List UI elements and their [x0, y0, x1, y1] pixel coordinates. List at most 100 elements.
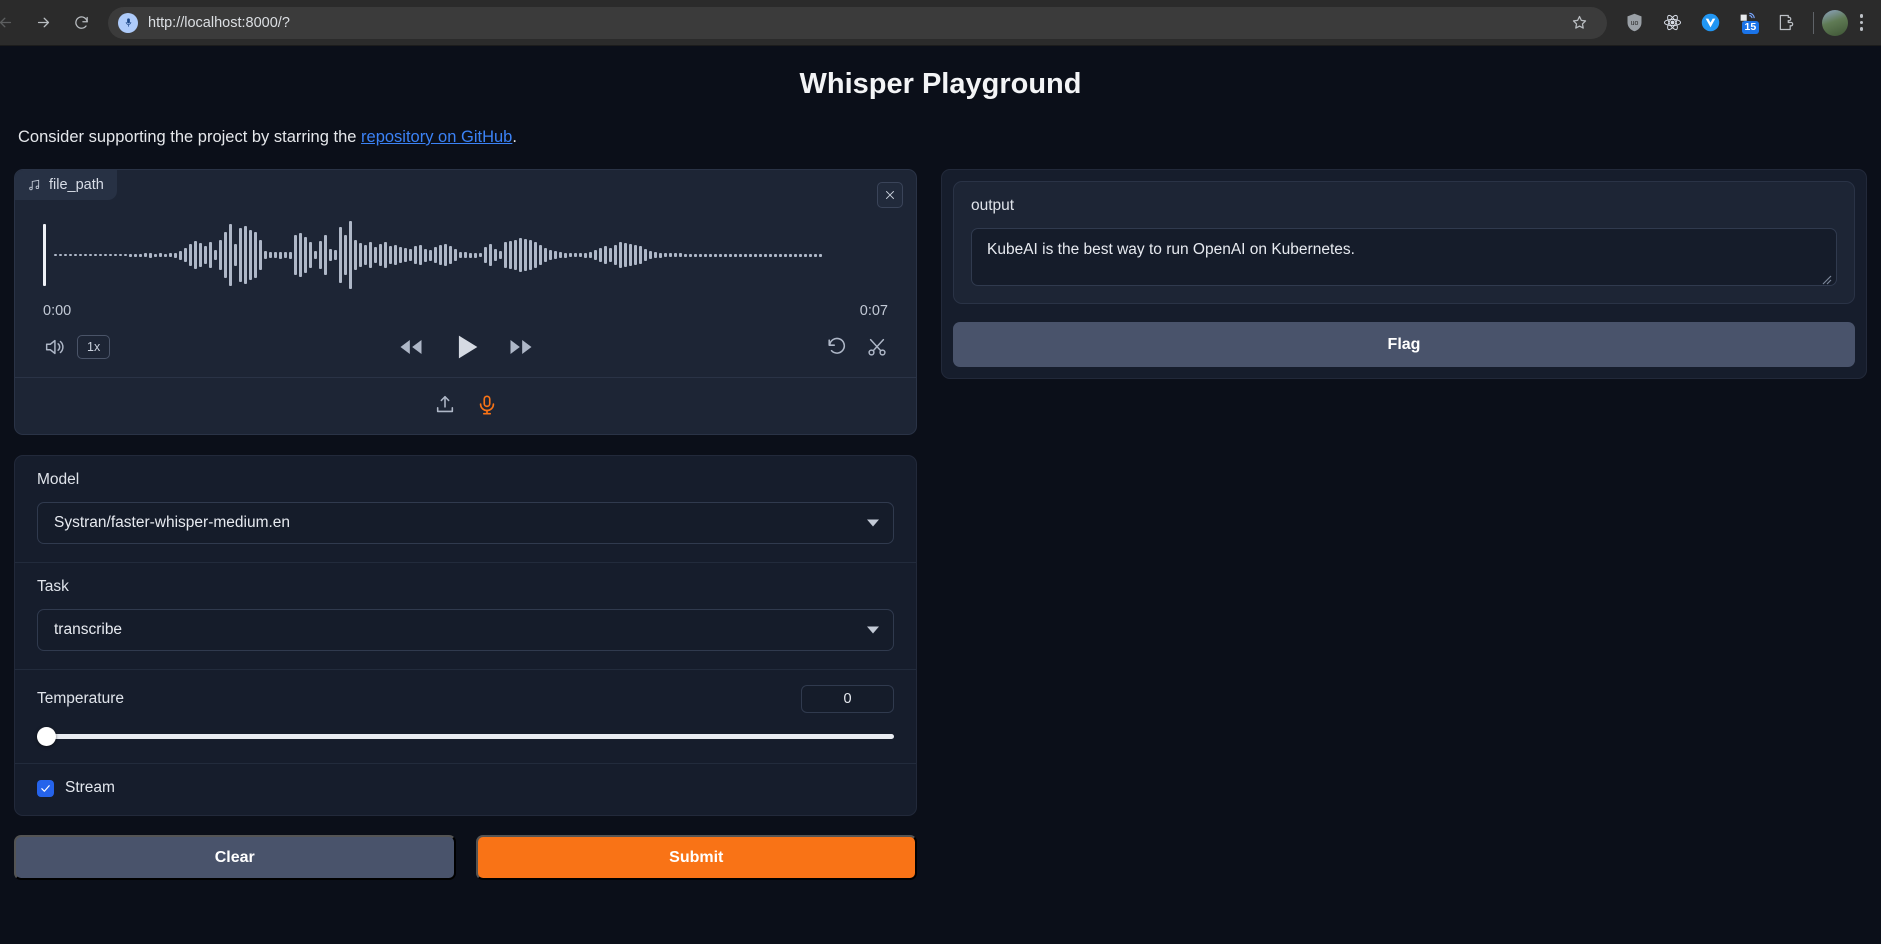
waveform-bar: [419, 245, 422, 265]
task-select[interactable]: transcribe: [37, 609, 894, 651]
vue-devtools-button[interactable]: [1699, 11, 1723, 35]
output-textarea[interactable]: KubeAI is the best way to run OpenAI on …: [971, 228, 1837, 286]
url-text: http://localhost:8000/?: [148, 14, 290, 31]
waveform-bar: [704, 253, 707, 257]
waveform-bar: [789, 253, 792, 257]
ublock-origin-button[interactable]: uo: [1623, 11, 1647, 35]
record-microphone-button[interactable]: [476, 394, 498, 416]
temperature-slider[interactable]: [37, 726, 894, 746]
forward-arrow-icon: [37, 17, 49, 28]
waveform-bar: [519, 238, 522, 272]
waveform-bar: [174, 252, 177, 258]
waveform-bar: [119, 254, 122, 256]
waveform-bar: [534, 242, 537, 268]
waveform-bar: [609, 248, 612, 262]
reload-button[interactable]: [64, 6, 98, 40]
upload-file-button[interactable]: [434, 394, 456, 416]
react-devtools-button[interactable]: [1661, 11, 1685, 35]
trim-button[interactable]: [866, 336, 888, 358]
waveform-bar: [124, 254, 127, 256]
waveform-bar: [354, 240, 357, 270]
reset-trim-button[interactable]: [826, 336, 848, 358]
waveform-bar: [674, 253, 677, 257]
waveform-bar: [629, 244, 632, 266]
audio-controls-right: [826, 336, 888, 358]
waveform-bar: [299, 233, 302, 277]
chevron-down-icon: [867, 626, 879, 634]
output-label: output: [971, 197, 1015, 214]
ublock-origin-icon: uo: [1627, 13, 1642, 32]
audio-waveform[interactable]: [43, 217, 888, 293]
page-body: Whisper Playground Consider supporting t…: [0, 46, 1881, 944]
extensions-puzzle-icon: [1779, 14, 1794, 31]
stream-checkbox-row[interactable]: Stream: [37, 779, 894, 797]
waveform-bar: [324, 235, 327, 275]
support-text: Consider supporting the project by starr…: [18, 128, 1867, 147]
waveform-bar: [804, 253, 807, 257]
playback-speed-button[interactable]: 1x: [77, 335, 111, 359]
waveform-bar: [599, 248, 602, 262]
extension-icons: uo 15: [1617, 11, 1805, 35]
clear-button[interactable]: Clear: [14, 835, 456, 880]
volume-button[interactable]: [43, 336, 65, 358]
waveform-bar: [564, 252, 567, 258]
waveform-bar: [539, 245, 542, 265]
right-column: output KubeAI is the best way to run Ope…: [941, 169, 1867, 379]
waveform-bar: [594, 250, 597, 260]
flag-button[interactable]: Flag: [953, 322, 1855, 367]
stream-checkbox[interactable]: [37, 779, 54, 797]
temperature-input[interactable]: 0: [801, 685, 894, 713]
waveform-bar: [289, 251, 292, 259]
waveform-bar: [209, 242, 212, 268]
waveform-bar: [199, 243, 202, 267]
waveform-playhead: [43, 224, 46, 286]
waveform-bar: [229, 224, 232, 286]
bookmark-star-button[interactable]: [1563, 6, 1597, 40]
waveform-bar: [239, 228, 242, 282]
task-select-value: transcribe: [54, 621, 123, 638]
waveform-bar: [319, 241, 322, 269]
audio-file-tag: file_path: [15, 170, 117, 200]
waveform-bar: [69, 254, 72, 256]
left-column: file_path 0:00 0:07 1x Model Systran/fas…: [14, 169, 917, 880]
waveform-bar: [224, 232, 227, 278]
checkmark-icon: [41, 784, 50, 792]
forward-button[interactable]: [26, 6, 60, 40]
settings-panel: Model Systran/faster-whisper-medium.en T…: [14, 455, 917, 816]
tab-manager-button[interactable]: 15: [1737, 11, 1761, 35]
output-panel: output KubeAI is the best way to run Ope…: [941, 169, 1867, 379]
close-icon: [886, 191, 894, 199]
address-bar[interactable]: http://localhost:8000/?: [108, 6, 1607, 40]
waveform-bar: [404, 248, 407, 262]
waveform-bar: [714, 253, 717, 257]
temperature-header: Temperature 0: [37, 685, 894, 713]
clear-audio-button[interactable]: [877, 182, 903, 208]
submit-button[interactable]: Submit: [475, 835, 917, 880]
waveform-bar: [364, 245, 367, 265]
waveform-bar: [624, 243, 627, 267]
waveform-bar: [369, 242, 372, 268]
waveform-bar: [109, 254, 112, 256]
slider-thumb[interactable]: [37, 726, 56, 746]
github-repo-link[interactable]: repository on GitHub: [361, 128, 512, 146]
waveform-bar: [374, 247, 377, 263]
waveform-bar: [589, 252, 592, 258]
rewind-button[interactable]: [397, 333, 425, 361]
waveform-area[interactable]: [15, 170, 916, 293]
play-button[interactable]: [449, 330, 483, 364]
extensions-puzzle-button[interactable]: [1775, 11, 1799, 35]
model-select[interactable]: Systran/faster-whisper-medium.en: [37, 502, 894, 544]
waveform-bar: [329, 249, 332, 261]
back-button[interactable]: [0, 6, 22, 40]
waveform-bar: [294, 235, 297, 275]
fast-forward-button[interactable]: [507, 333, 535, 361]
waveform-bar: [99, 254, 102, 256]
chrome-menu-button[interactable]: [1852, 14, 1872, 31]
profile-avatar[interactable]: [1821, 9, 1848, 36]
waveform-bar: [769, 253, 772, 257]
resize-grip-icon[interactable]: [1822, 272, 1832, 285]
waveform-bar: [794, 253, 797, 257]
waveform-bar: [314, 251, 317, 259]
waveform-bar: [584, 252, 587, 258]
waveform-bar: [409, 249, 412, 261]
